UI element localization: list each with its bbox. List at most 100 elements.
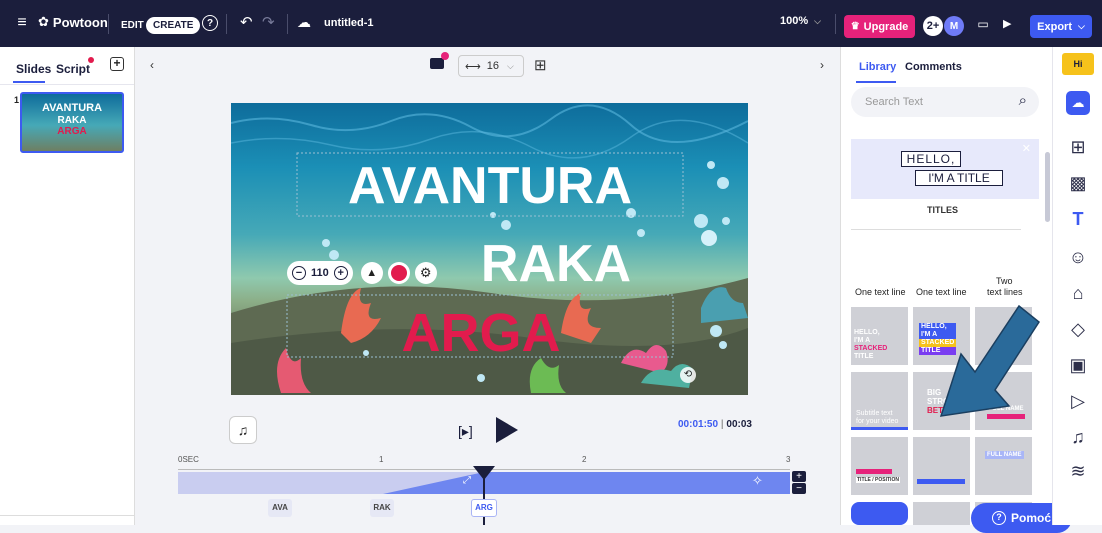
slide-stage[interactable]: AVANTURA RAKA ARGA − 110 + ▲ ⚙ ⟲	[231, 103, 748, 395]
title-template-8[interactable]	[913, 437, 970, 495]
tab-comments[interactable]: Comments	[905, 61, 962, 73]
font-size-value[interactable]: 110	[311, 267, 329, 279]
asset-rail: Hi ☁ ⊞ ▩ T ☺ ⌂ ◇ ▣ ▷ ♫ ≋	[1052, 47, 1102, 525]
zoom-value: 100%	[780, 15, 809, 27]
divider	[226, 14, 227, 34]
library-panel: Library Comments Search Text ⌕ HELLO, I'…	[840, 47, 1072, 533]
camera-badge	[441, 52, 449, 60]
collapse-left-icon[interactable]: ‹	[150, 58, 154, 72]
present-icon[interactable]: ▭	[973, 15, 993, 33]
video-icon[interactable]: ▷	[1066, 389, 1090, 413]
divider	[108, 14, 109, 34]
title-template-4[interactable]: Subtitle text for your video	[851, 372, 908, 430]
resize-icon: ⟷	[465, 60, 481, 73]
title-template-7[interactable]: TITLE / POSITION	[851, 437, 908, 495]
tab-script[interactable]: Script	[56, 62, 90, 76]
template-accent-bar	[851, 427, 908, 430]
shapes-icon[interactable]: ◇	[1066, 317, 1090, 341]
tab-library[interactable]: Library	[859, 61, 896, 73]
search-icon: ⌕	[1018, 92, 1027, 109]
clip-ava[interactable]: AVA	[268, 499, 292, 517]
add-collaborator-icon[interactable]: 2+	[923, 16, 943, 36]
menu-icon[interactable]: ≡	[14, 14, 30, 31]
section-divider	[851, 229, 1021, 230]
grid-size-select[interactable]: ⟷ 16 ⌵	[458, 55, 524, 77]
chevron-down-icon: ⌵	[814, 15, 821, 26]
ruler-label-0: 0SEC	[178, 455, 199, 464]
library-scrollbar[interactable]	[1045, 152, 1050, 222]
expand-icon[interactable]: ⤢	[463, 475, 471, 486]
title-template-9[interactable]: FULL NAME	[975, 437, 1032, 495]
undo-icon[interactable]: ↶	[240, 13, 253, 31]
title-template-11[interactable]	[913, 502, 970, 525]
stage-title-line-1[interactable]: AVANTURA	[348, 157, 632, 215]
upgrade-button[interactable]: ♛ Upgrade	[844, 15, 915, 38]
settings-gear-icon[interactable]: ⚙	[414, 262, 437, 284]
template-accent-bar	[917, 479, 965, 484]
background-pattern-icon[interactable]: ▩	[1066, 171, 1090, 195]
clip-label: RAK	[373, 503, 391, 512]
slide-number: 1	[14, 95, 20, 105]
close-icon[interactable]: ✕	[1022, 142, 1031, 155]
template-text: Subtitle text for your video	[856, 410, 899, 425]
text-icon[interactable]: T	[1066, 207, 1090, 231]
characters-icon[interactable]: ☺	[1066, 245, 1090, 269]
stage-title-line-3[interactable]: ARGA	[402, 303, 561, 363]
time-separator: |	[720, 419, 724, 430]
grid-toggle-icon[interactable]: ⊞	[534, 56, 547, 74]
search-placeholder: Search Text	[865, 96, 923, 108]
effects-icon[interactable]: ✧	[752, 473, 763, 489]
slides-sidebar: Slides Script + 1 AVANTURA RAKA ARGA	[0, 47, 135, 525]
lock-icon[interactable]: ▲	[360, 262, 383, 284]
mode-create-button[interactable]: CREATE	[146, 17, 201, 34]
notification-dot	[88, 57, 94, 63]
thumb-line-3: ARGA	[57, 126, 87, 137]
help-circle-icon: ?	[991, 511, 1006, 525]
help-chat-label: Pomoć	[1010, 511, 1051, 525]
audio-button[interactable]: ♫	[229, 416, 257, 444]
timeline-zoom-out-icon[interactable]: −	[792, 483, 806, 494]
layout-icon[interactable]: ⊞	[1066, 135, 1090, 159]
export-button[interactable]: Export ⌵	[1030, 15, 1092, 38]
play-icon[interactable]	[496, 417, 518, 443]
add-slide-icon[interactable]: +	[110, 57, 124, 71]
timeline-zoom-in-icon[interactable]: +	[792, 471, 806, 482]
file-name[interactable]: untitled-1	[324, 17, 374, 29]
title-template-10[interactable]	[851, 502, 908, 525]
transitions-icon[interactable]: ≋	[1066, 459, 1090, 483]
stage-title-line-2[interactable]: RAKA	[481, 235, 631, 293]
template-accent-bar	[856, 469, 892, 474]
character-avatar-icon[interactable]: Hi	[1062, 53, 1094, 75]
tab-slides[interactable]: Slides	[16, 62, 51, 76]
sidebar-bottom-divider	[0, 515, 135, 516]
brand-logo[interactable]: ✿ Powtoon	[38, 14, 108, 30]
images-icon[interactable]: ▣	[1066, 353, 1090, 377]
slide-thumbnail[interactable]: AVANTURA RAKA ARGA	[20, 92, 124, 153]
powtoon-logo-icon: ✿	[38, 14, 49, 29]
record-camera-icon[interactable]	[430, 58, 444, 69]
play-from-start-icon[interactable]: [▸]	[458, 423, 473, 440]
help-icon[interactable]: ?	[202, 15, 218, 31]
decrease-font-icon[interactable]: −	[292, 266, 306, 280]
increase-font-icon[interactable]: +	[333, 266, 348, 280]
collapse-right-icon[interactable]: ›	[820, 58, 824, 72]
zoom-select[interactable]: 100% ⌵	[780, 15, 821, 27]
text-color-swatch[interactable]	[387, 262, 410, 284]
title-hero-card[interactable]: HELLO, I'M A TITLE ✕	[851, 139, 1039, 199]
search-input[interactable]: Search Text ⌕	[851, 87, 1039, 117]
thumb-line-1: AVANTURA	[41, 102, 103, 114]
title-template-1[interactable]: HELLO, I'M A STACKED TITLE	[851, 307, 908, 365]
clip-arg[interactable]: ARG	[471, 499, 497, 517]
music-icon[interactable]: ♫	[1066, 425, 1090, 449]
props-icon[interactable]: ⌂	[1066, 281, 1090, 305]
clip-rak[interactable]: RAK	[370, 499, 394, 517]
upload-icon[interactable]: ☁	[1066, 91, 1090, 115]
color-dot	[390, 265, 407, 281]
play-preview-icon[interactable]: ▶	[1003, 17, 1011, 30]
column-label-1: One text line	[855, 287, 906, 297]
crown-icon: ♛	[850, 21, 860, 32]
user-avatar[interactable]: M	[944, 16, 964, 36]
rotate-handle-icon[interactable]: ⟲	[680, 367, 696, 383]
avatar-initial: M	[949, 20, 959, 32]
redo-icon[interactable]: ↷	[262, 13, 275, 31]
